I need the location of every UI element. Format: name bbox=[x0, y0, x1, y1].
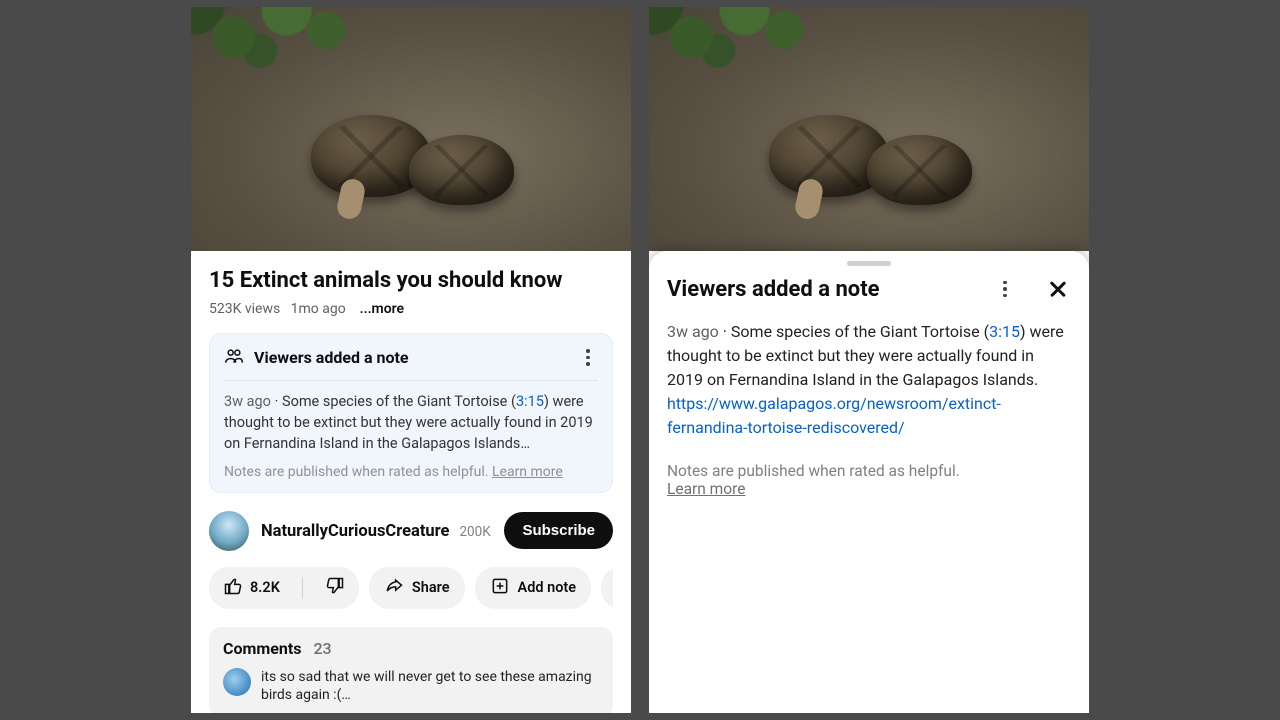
more-link[interactable]: ...more bbox=[360, 301, 404, 317]
like-button[interactable]: 8.2K bbox=[209, 567, 294, 609]
dislike-button[interactable] bbox=[311, 567, 359, 609]
save-button[interactable]: Sa bbox=[601, 567, 613, 609]
people-icon bbox=[224, 346, 244, 370]
add-note-icon bbox=[490, 576, 510, 600]
note-card-footer: Notes are published when rated as helpfu… bbox=[224, 464, 598, 480]
video-meta[interactable]: 523K views 1mo ago ...more bbox=[209, 301, 613, 317]
viewer-note-sheet: Viewers added a note 3w ago · Some speci… bbox=[649, 251, 1089, 713]
channel-subs: 200K bbox=[459, 524, 490, 540]
add-note-button[interactable]: Add note bbox=[475, 567, 592, 609]
sheet-timestamp-link[interactable]: 3:15 bbox=[989, 322, 1020, 341]
channel-name[interactable]: NaturallyCuriousCreature bbox=[261, 522, 449, 541]
sheet-menu-button[interactable] bbox=[995, 279, 1015, 299]
commenter-avatar[interactable] bbox=[223, 668, 251, 696]
sheet-note-age: 3w ago bbox=[667, 322, 719, 341]
share-icon bbox=[384, 576, 404, 600]
action-row: 8.2K Share Add note bbox=[209, 567, 613, 609]
sheet-title: Viewers added a note bbox=[667, 277, 985, 302]
thumb-up-icon bbox=[223, 576, 243, 600]
note-card-title: Viewers added a note bbox=[254, 348, 568, 367]
video-thumbnail[interactable] bbox=[191, 7, 631, 251]
comments-count: 23 bbox=[313, 639, 331, 658]
sheet-body: 3w ago · Some species of the Giant Torto… bbox=[667, 320, 1071, 440]
note-card-menu-button[interactable] bbox=[578, 348, 598, 368]
comments-card[interactable]: Comments 23 its so sad that we will neve… bbox=[209, 627, 613, 713]
note-age: 3w ago bbox=[224, 393, 271, 410]
like-dislike-pill[interactable]: 8.2K bbox=[209, 567, 359, 609]
comments-label: Comments bbox=[223, 639, 301, 658]
sheet-grabber[interactable] bbox=[847, 261, 891, 266]
note-timestamp-link[interactable]: 3:15 bbox=[516, 393, 544, 410]
note-card-body: 3w ago · Some species of the Giant Torto… bbox=[224, 381, 598, 454]
watch-page-screenshot: 15 Extinct animals you should know 523K … bbox=[191, 7, 631, 713]
channel-avatar[interactable] bbox=[209, 511, 249, 551]
close-icon[interactable] bbox=[1045, 276, 1071, 302]
video-title: 15 Extinct animals you should know bbox=[209, 267, 613, 295]
view-count: 523K views bbox=[209, 301, 280, 317]
learn-more-link[interactable]: Learn more bbox=[492, 464, 563, 480]
sheet-source-link[interactable]: https://www.galapagos.org/newsroom/extin… bbox=[667, 394, 1001, 437]
comment-preview: its so sad that we will never get to see… bbox=[261, 668, 599, 706]
thumb-down-icon bbox=[325, 576, 345, 600]
video-thumbnail[interactable] bbox=[649, 7, 1089, 251]
upload-age: 1mo ago bbox=[291, 301, 346, 317]
channel-row[interactable]: NaturallyCuriousCreature 200K Subscribe bbox=[209, 511, 613, 551]
like-count: 8.2K bbox=[250, 579, 280, 596]
sheet-footer: Notes are published when rated as helpfu… bbox=[667, 462, 1071, 498]
viewer-note-card[interactable]: Viewers added a note 3w ago · Some speci… bbox=[209, 333, 613, 493]
note-sheet-screenshot: Viewers added a note 3w ago · Some speci… bbox=[649, 7, 1089, 713]
share-button[interactable]: Share bbox=[369, 567, 465, 609]
sheet-learn-more-link[interactable]: Learn more bbox=[667, 480, 745, 498]
subscribe-button[interactable]: Subscribe bbox=[504, 512, 613, 549]
